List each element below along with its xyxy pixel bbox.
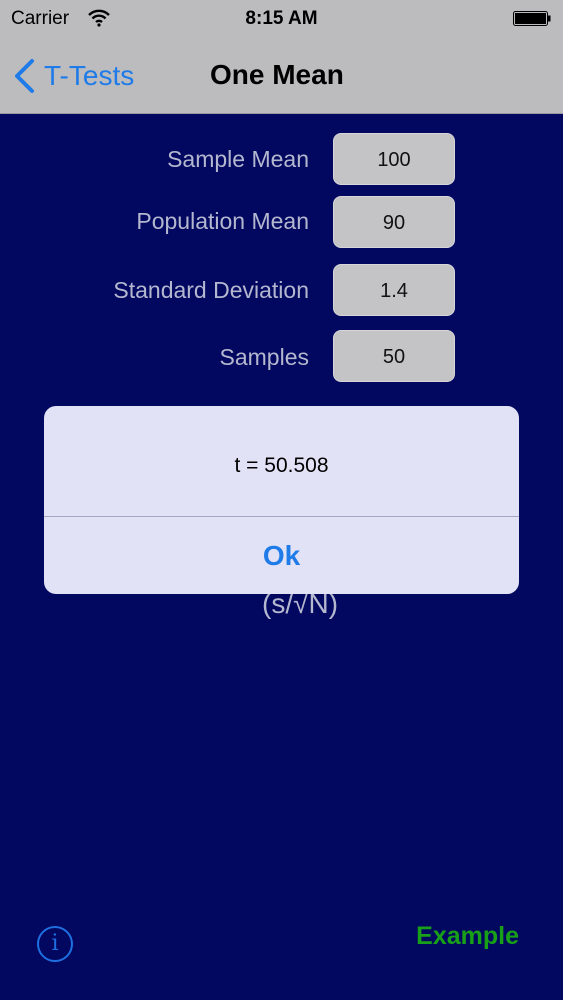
sample-mean-label: Sample Mean [167, 146, 309, 172]
example-button[interactable]: Example [416, 922, 519, 951]
status-bar: Carrier 8:15 AM [0, 0, 563, 38]
alert-message: t = 50.508 [234, 454, 329, 477]
standard-deviation-label: Standard Deviation [113, 277, 309, 303]
battery-icon [513, 11, 551, 26]
samples-field[interactable]: 50 [333, 330, 455, 382]
sample-mean-field[interactable]: 100 [333, 133, 455, 185]
population-mean-field[interactable]: 90 [333, 196, 455, 248]
navigation-bar: T-Tests One Mean [0, 38, 563, 114]
back-button[interactable]: T-Tests [12, 56, 134, 96]
page-title: One Mean [210, 59, 344, 90]
chevron-left-icon [15, 59, 34, 93]
samples-label: Samples [219, 344, 309, 370]
standard-deviation-field[interactable]: 1.4 [333, 264, 455, 316]
info-icon[interactable]: i [37, 926, 73, 962]
ok-button[interactable]: Ok [44, 517, 519, 594]
back-label: T-Tests [44, 60, 135, 91]
clock: 8:15 AM [245, 8, 318, 29]
population-mean-label: Population Mean [136, 208, 309, 234]
result-alert: t = 50.508 Ok [44, 406, 519, 594]
